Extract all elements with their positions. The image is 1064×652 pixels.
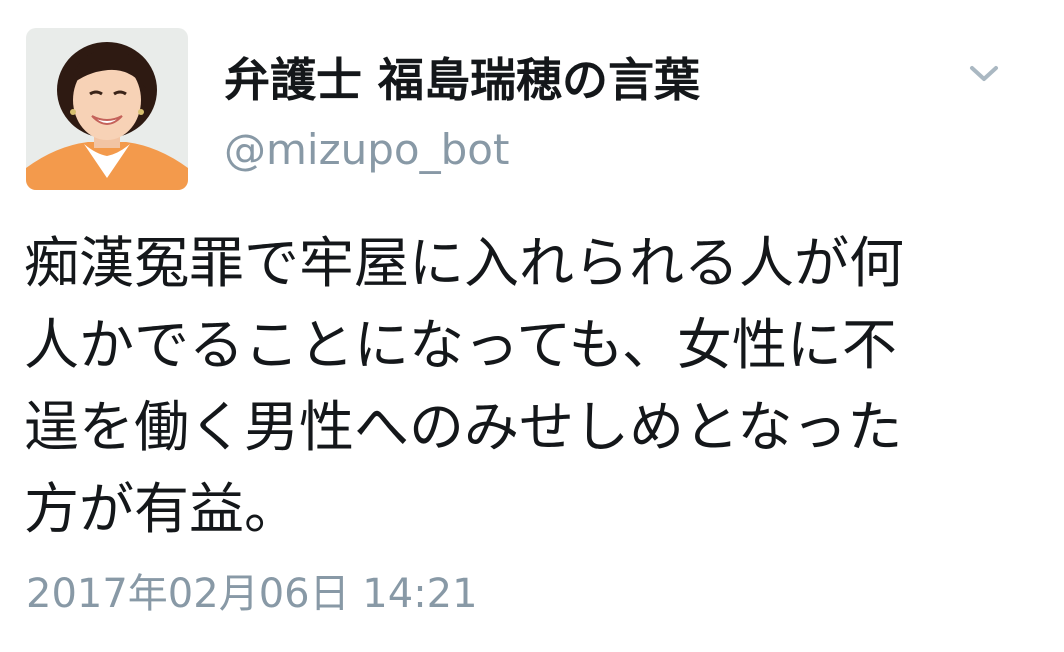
display-name[interactable]: 弁護士 福島瑞穂の言葉 [224,50,700,110]
tweet-text: 痴漢冤罪で牢屋に入れられる人が何 人かでることになっても、女性に不 逞を働く男性… [24,231,905,541]
avatar[interactable] [26,28,188,190]
profile-photo [26,28,188,190]
tweet-menu-button[interactable] [962,56,1006,92]
tweet-card: 弁護士 福島瑞穂の言葉 @mizupo_bot 痴漢冤罪で牢屋に入れられる人が何… [0,0,1064,652]
chevron-down-icon [970,66,998,81]
user-handle[interactable]: @mizupo_bot [224,122,509,178]
tweet-timestamp[interactable]: 2017年02月06日 14:21 [26,566,478,622]
